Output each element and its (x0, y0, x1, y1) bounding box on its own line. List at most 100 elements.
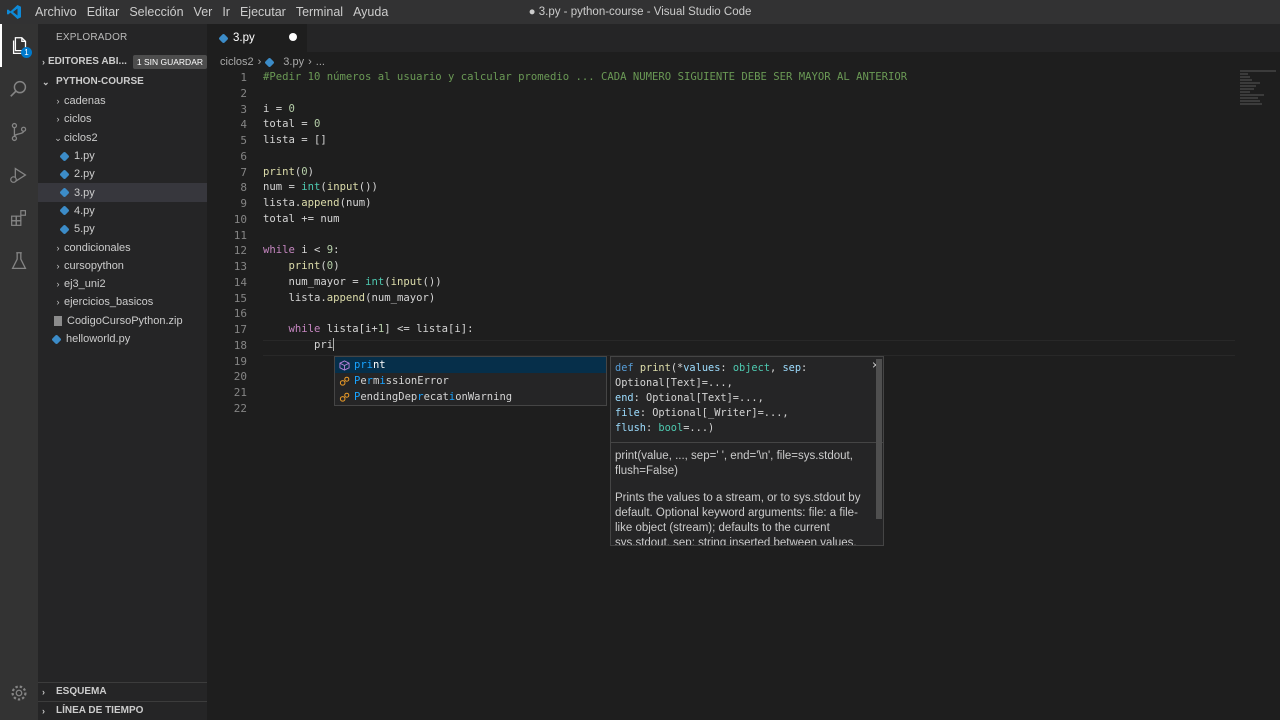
sidebar-title: EXPLORADOR (56, 32, 128, 43)
tree-file-3py[interactable]: 3.py (38, 183, 207, 202)
unsaved-badge: 1 SIN GUARDAR (132, 55, 207, 69)
code-line[interactable]: #Pedir 10 números al usuario y calcular … (263, 70, 907, 86)
suggest-item-permissionerror[interactable]: PermissionError (335, 373, 606, 389)
sidebar-bottom-sections: › ESQUEMA › LÍNEA DE TIEMPO (38, 682, 207, 720)
code-line[interactable]: lista = [] (263, 133, 907, 149)
workspace-section[interactable]: ⌄ PYTHON-COURSE (38, 72, 207, 92)
tree-item-label: ejercicios_basicos (64, 296, 154, 309)
tree-folder-ciclos2[interactable]: ⌄ ciclos2 (38, 129, 207, 147)
code-line[interactable]: print(0) (263, 165, 907, 181)
source-control-icon (11, 122, 27, 141)
menu-ir[interactable]: Ir (217, 0, 235, 24)
tree-file-4py[interactable]: 4.py (38, 202, 207, 220)
search-activity[interactable] (0, 67, 38, 110)
line-number: 8 (240, 181, 247, 195)
class-icon (337, 390, 351, 404)
code-line[interactable] (263, 149, 907, 165)
menu-seleccion[interactable]: Selección (124, 0, 188, 24)
tree-file-zip[interactable]: CodigoCursoPython.zip (38, 312, 207, 330)
code-line[interactable]: total += num (263, 212, 907, 228)
flask-icon (11, 251, 27, 269)
code-line[interactable] (263, 228, 907, 244)
line-number: 2 (240, 86, 247, 100)
tree-folder-ciclos[interactable]: › ciclos (38, 110, 207, 128)
suggest-widget: print PermissionError PendingDeprecation… (334, 356, 607, 406)
timeline-section[interactable]: › LÍNEA DE TIEMPO (38, 701, 207, 720)
line-number-gutter: 1 2 3 4 5 6 7 8 9 10 11 12 13 14 15 16 1… (207, 70, 247, 417)
code-line[interactable]: num = int(input()) (263, 180, 907, 196)
code-line[interactable]: while i < 9: (263, 243, 907, 259)
vscode-logo-icon[interactable] (2, 0, 26, 24)
code-line[interactable]: lista.append(num) (263, 196, 907, 212)
menu-ejecutar[interactable]: Ejecutar (235, 0, 291, 24)
line-number: 13 (233, 260, 247, 273)
class-icon (337, 374, 351, 388)
python-file-icon (59, 205, 70, 217)
minimap[interactable] (1240, 70, 1278, 110)
extensions-activity[interactable] (0, 196, 38, 239)
manage-activity[interactable] (0, 671, 38, 714)
chevron-right-icon: › (42, 706, 45, 716)
code-line[interactable]: while lista[i+1] <= lista[i]: (263, 322, 907, 338)
code-line[interactable] (263, 86, 907, 102)
suggest-details: × def print(*values: object, sep: Option… (610, 356, 884, 546)
tree-item-label: cursopython (64, 259, 124, 272)
tree-file-5py[interactable]: 5.py (38, 220, 207, 238)
line-number: 20 (233, 370, 247, 384)
explorer-sidebar: EXPLORADOR › EDITORES ABI... 1 SIN GUARD… (38, 24, 207, 720)
testing-activity[interactable] (0, 239, 38, 282)
menu-ayuda[interactable]: Ayuda (348, 0, 393, 24)
breadcrumb-folder[interactable]: ciclos2 (220, 56, 254, 68)
suggest-item-print[interactable]: print (335, 357, 606, 373)
run-debug-activity[interactable] (0, 153, 38, 196)
tree-item-label: ej3_uni2 (64, 278, 106, 291)
menu-archivo[interactable]: Archivo (30, 0, 82, 24)
source-control-activity[interactable] (0, 110, 38, 153)
code-line[interactable]: i = 0 (263, 102, 907, 118)
breadcrumb-file[interactable]: 3.py (283, 56, 304, 68)
python-file-icon (218, 32, 229, 44)
menu-bar: Archivo Editar Selección Ver Ir Ejecutar… (30, 0, 393, 24)
menu-editar[interactable]: Editar (82, 0, 125, 24)
outline-section[interactable]: › ESQUEMA (38, 682, 207, 701)
details-signature: def print(*values: object, sep: Optional… (615, 362, 808, 434)
chevron-right-icon: › (56, 242, 60, 253)
python-file-icon (59, 187, 70, 198)
details-divider (611, 442, 883, 443)
chevron-right-icon: › (257, 56, 262, 68)
menu-ver[interactable]: Ver (189, 0, 218, 24)
code-line[interactable]: total = 0 (263, 117, 907, 133)
code-line[interactable] (263, 306, 907, 322)
tree-folder-ejercicios-basicos[interactable]: › ejercicios_basicos (38, 293, 207, 311)
line-number: 21 (233, 386, 247, 399)
chevron-right-icon: › (56, 114, 60, 125)
suggest-label: PendingDeprecationWarning (354, 391, 513, 403)
menu-terminal[interactable]: Terminal (291, 0, 348, 24)
tree-folder-cadenas[interactable]: › cadenas (38, 92, 207, 110)
code-line[interactable]: lista.append(num_mayor) (263, 291, 907, 307)
search-icon (10, 80, 27, 97)
suggest-item-pendingdeprecationwarning[interactable]: PendingDeprecationWarning (335, 389, 606, 405)
tree-folder-ej3-uni2[interactable]: › ej3_uni2 (38, 275, 207, 293)
tree-folder-condicionales[interactable]: › condicionales (38, 238, 207, 256)
tab-3py[interactable]: 3.py (207, 24, 307, 52)
tree-file-helloworld[interactable]: helloworld.py (38, 330, 207, 348)
run-debug-icon (10, 166, 27, 183)
code-line[interactable]: print(0) (263, 259, 907, 275)
chevron-down-icon: ⌄ (54, 132, 62, 143)
unsaved-dot-icon[interactable] (289, 33, 297, 41)
code-line[interactable]: pri (263, 338, 907, 354)
line-number: 5 (240, 134, 247, 147)
breadcrumb-symbol[interactable]: ... (316, 56, 325, 68)
tree-folder-cursopython[interactable]: › cursopython (38, 257, 207, 275)
tree-file-2py[interactable]: 2.py (38, 165, 207, 183)
tree-file-1py[interactable]: 1.py (38, 147, 207, 165)
details-scrollbar[interactable] (876, 359, 882, 519)
explorer-activity[interactable]: 1 (0, 24, 38, 67)
title-bar: Archivo Editar Selección Ver Ir Ejecutar… (0, 0, 1280, 24)
python-file-icon (59, 169, 70, 180)
code-line[interactable]: num_mayor = int(input()) (263, 275, 907, 291)
editor-tabs: 3.py (207, 24, 1280, 52)
gear-icon (11, 684, 27, 701)
open-editors-section[interactable]: › EDITORES ABI... 1 SIN GUARDAR (38, 52, 207, 72)
